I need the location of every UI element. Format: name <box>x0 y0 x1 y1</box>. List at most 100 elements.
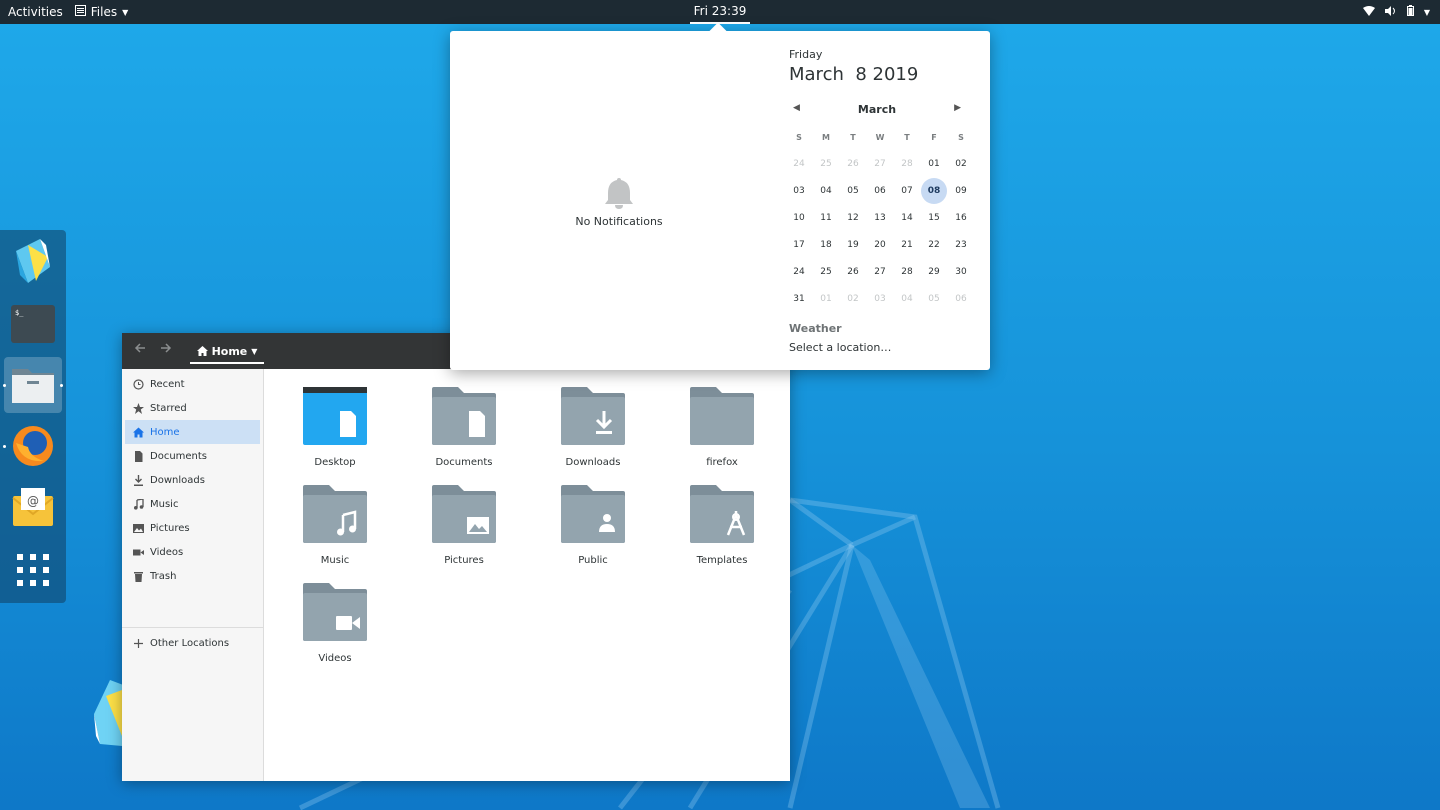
folder-label: Videos <box>318 653 352 664</box>
terminal-icon: $_ <box>11 305 55 343</box>
calendar-day[interactable]: 07 <box>894 178 920 204</box>
folder-downloads[interactable]: Downloads <box>543 373 643 468</box>
folder-label: Documents <box>435 457 493 468</box>
calendar-day[interactable]: 29 <box>921 259 947 285</box>
folder-templates[interactable]: Templates <box>672 471 772 566</box>
folder-pictures[interactable]: Pictures <box>414 471 514 566</box>
dock-item-files[interactable] <box>3 357 63 413</box>
calendar-day[interactable]: 11 <box>813 205 839 231</box>
calendar-day[interactable]: 01 <box>813 286 839 312</box>
firefox-icon <box>13 426 53 466</box>
calendar-day[interactable]: 10 <box>786 205 812 231</box>
sidebar-item-documents[interactable]: Documents <box>125 444 260 468</box>
calendar-day[interactable]: 06 <box>867 178 893 204</box>
calendar-day[interactable]: 18 <box>813 232 839 258</box>
dock-item-mail[interactable]: @ <box>4 480 62 536</box>
calendar-day[interactable]: 16 <box>948 205 974 231</box>
calendar-day[interactable]: 04 <box>813 178 839 204</box>
sidebar-item-home[interactable]: Home <box>125 420 260 444</box>
calendar-day[interactable]: 04 <box>894 286 920 312</box>
calendar-day[interactable]: 21 <box>894 232 920 258</box>
dash-dock: $_ @ <box>0 230 66 603</box>
calendar-day[interactable]: 26 <box>840 151 866 177</box>
sidebar-item-music[interactable]: Music <box>125 492 260 516</box>
calendar-day[interactable]: 05 <box>840 178 866 204</box>
folder-public[interactable]: Public <box>543 471 643 566</box>
calendar-day[interactable]: 03 <box>786 178 812 204</box>
sidebar-item-starred[interactable]: Starred <box>125 396 260 420</box>
sidebar-item-trash[interactable]: Trash <box>125 564 260 588</box>
calendar-day[interactable]: 05 <box>921 286 947 312</box>
weather-location-link[interactable]: Select a location… <box>789 341 891 354</box>
weekday-header: S <box>958 132 964 142</box>
dock-item-kali[interactable] <box>4 234 62 290</box>
weekday-header: T <box>850 132 856 142</box>
calendar-day[interactable]: 24 <box>786 259 812 285</box>
no-notifications-label: No Notifications <box>575 215 663 228</box>
folder-firefox[interactable]: firefox <box>672 373 772 468</box>
calendar-day[interactable]: 17 <box>786 232 812 258</box>
system-menu-button[interactable]: ▼ <box>1362 0 1430 24</box>
folder-music[interactable]: Music <box>285 471 385 566</box>
kali-dragon-icon <box>16 239 50 283</box>
calendar-day[interactable]: 01 <box>921 151 947 177</box>
back-button[interactable] <box>134 342 146 358</box>
folder-label: Desktop <box>314 457 356 468</box>
folder-icon <box>690 387 754 445</box>
sidebar-item-label: Home <box>150 426 180 438</box>
battery-icon <box>1406 5 1414 19</box>
calendar-day[interactable]: 27 <box>867 259 893 285</box>
show-applications-button[interactable] <box>4 542 62 598</box>
sidebar-item-label: Music <box>150 498 179 510</box>
calendar-day[interactable]: 06 <box>948 286 974 312</box>
weekday-header: M <box>822 132 830 142</box>
calendar-day[interactable]: 31 <box>786 286 812 312</box>
dock-item-terminal[interactable]: $_ <box>4 296 62 352</box>
sidebar-item-pictures[interactable]: Pictures <box>125 516 260 540</box>
sidebar-item-label: Trash <box>150 570 177 582</box>
activities-button[interactable]: Activities <box>8 5 63 19</box>
calendar-day[interactable]: 28 <box>894 259 920 285</box>
calendar-day-today[interactable]: 08 <box>921 178 947 204</box>
calendar-day[interactable]: 12 <box>840 205 866 231</box>
sidebar-item-other-locations[interactable]: Other Locations <box>125 631 260 655</box>
calendar-day[interactable]: 27 <box>867 151 893 177</box>
calendar-day[interactable]: 25 <box>813 151 839 177</box>
clock-button[interactable]: Fri 23:39 <box>690 0 750 24</box>
calendar-day[interactable]: 28 <box>894 151 920 177</box>
calendar-day[interactable]: 03 <box>867 286 893 312</box>
path-bar-home[interactable]: Home ▼ <box>190 340 264 364</box>
sidebar-item-videos[interactable]: Videos <box>125 540 260 564</box>
sidebar-item-label: Downloads <box>150 474 205 486</box>
wifi-icon <box>1362 5 1375 19</box>
clock-icon <box>133 378 144 390</box>
forward-button[interactable] <box>160 342 172 358</box>
calendar-day[interactable]: 24 <box>786 151 812 177</box>
folder-videos[interactable]: Videos <box>285 569 385 664</box>
dock-item-firefox[interactable] <box>3 418 62 474</box>
next-month-button[interactable]: ▶ <box>954 103 961 113</box>
folder-documents[interactable]: Documents <box>414 373 514 468</box>
path-label: Home <box>211 344 248 358</box>
calendar-day[interactable]: 26 <box>840 259 866 285</box>
svg-text:$_: $_ <box>15 309 24 317</box>
arrow-left-icon <box>134 343 145 353</box>
calendar-day[interactable]: 13 <box>867 205 893 231</box>
calendar-day[interactable]: 25 <box>813 259 839 285</box>
documents-folder-icon <box>432 387 496 445</box>
sidebar-item-downloads[interactable]: Downloads <box>125 468 260 492</box>
calendar-day[interactable]: 14 <box>894 205 920 231</box>
calendar-day[interactable]: 09 <box>948 178 974 204</box>
calendar-day[interactable]: 20 <box>867 232 893 258</box>
calendar-day[interactable]: 23 <box>948 232 974 258</box>
calendar-day[interactable]: 15 <box>921 205 947 231</box>
calendar-day[interactable]: 02 <box>948 151 974 177</box>
calendar-day[interactable]: 30 <box>948 259 974 285</box>
calendar-day[interactable]: 02 <box>840 286 866 312</box>
folder-desktop[interactable]: Desktop <box>285 373 385 468</box>
app-menu-button[interactable]: Files ▼ <box>74 5 128 19</box>
sidebar-item-recent[interactable]: Recent <box>125 372 260 396</box>
files-icon <box>12 369 54 403</box>
calendar-day[interactable]: 22 <box>921 232 947 258</box>
calendar-day[interactable]: 19 <box>840 232 866 258</box>
